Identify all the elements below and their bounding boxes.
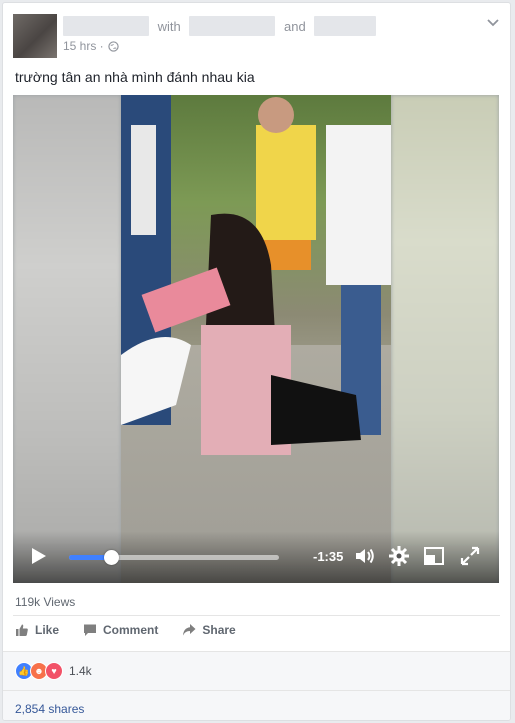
comment-label: Comment xyxy=(103,623,159,637)
video-blur-right xyxy=(391,95,499,583)
comment-icon xyxy=(84,624,97,636)
gear-icon[interactable] xyxy=(388,545,410,567)
video-scene-figures xyxy=(121,95,391,455)
comment-button[interactable]: Comment xyxy=(83,623,158,637)
post-card: with and 15 hrs · trường tân an nhà mình… xyxy=(2,2,511,721)
share-icon xyxy=(183,624,196,636)
like-label: Like xyxy=(35,623,60,637)
video-player[interactable]: -1:35 xyxy=(13,95,499,583)
share-label: Share xyxy=(202,623,236,637)
with-word: with xyxy=(157,18,181,34)
author-name-redacted[interactable] xyxy=(63,16,149,36)
divider xyxy=(13,615,500,616)
globe-icon xyxy=(108,40,119,52)
play-icon[interactable] xyxy=(31,547,47,565)
progress-bar[interactable] xyxy=(69,550,279,565)
like-icon xyxy=(16,624,28,636)
post-author-line: with and xyxy=(63,16,377,36)
divider xyxy=(3,651,510,652)
avatar[interactable] xyxy=(13,14,57,58)
pip-icon[interactable] xyxy=(423,545,445,567)
video-blur-left xyxy=(13,95,121,583)
and-word: and xyxy=(284,18,306,34)
chevron-down-icon[interactable] xyxy=(486,15,500,29)
volume-icon[interactable] xyxy=(354,545,376,567)
like-button[interactable]: Like xyxy=(15,623,59,637)
tagged-friend-redacted[interactable] xyxy=(189,16,276,36)
time-remaining: -1:35 xyxy=(313,549,344,564)
tagged-others-redacted[interactable] xyxy=(314,16,377,36)
share-button[interactable]: Share xyxy=(182,623,236,637)
view-count: 119k Views xyxy=(15,595,76,609)
post-meta: 15 hrs · xyxy=(63,39,119,53)
reaction-summary[interactable]: 👍 ☻ ♥ 1.4k xyxy=(15,662,92,680)
progress-knob[interactable] xyxy=(104,550,119,565)
action-bar: Like Comment Share xyxy=(15,623,260,637)
video-controls: -1:35 xyxy=(13,531,499,583)
fullscreen-icon[interactable] xyxy=(459,545,481,567)
post-text: trường tân an nhà mình đánh nhau kia xyxy=(15,69,255,85)
love-reaction-icon: ♥ xyxy=(45,662,63,680)
video-frame xyxy=(121,95,391,583)
timestamp[interactable]: 15 hrs · xyxy=(63,39,104,53)
share-count[interactable]: 2,854 shares xyxy=(15,702,84,716)
reaction-count: 1.4k xyxy=(69,664,92,678)
divider xyxy=(3,690,510,691)
